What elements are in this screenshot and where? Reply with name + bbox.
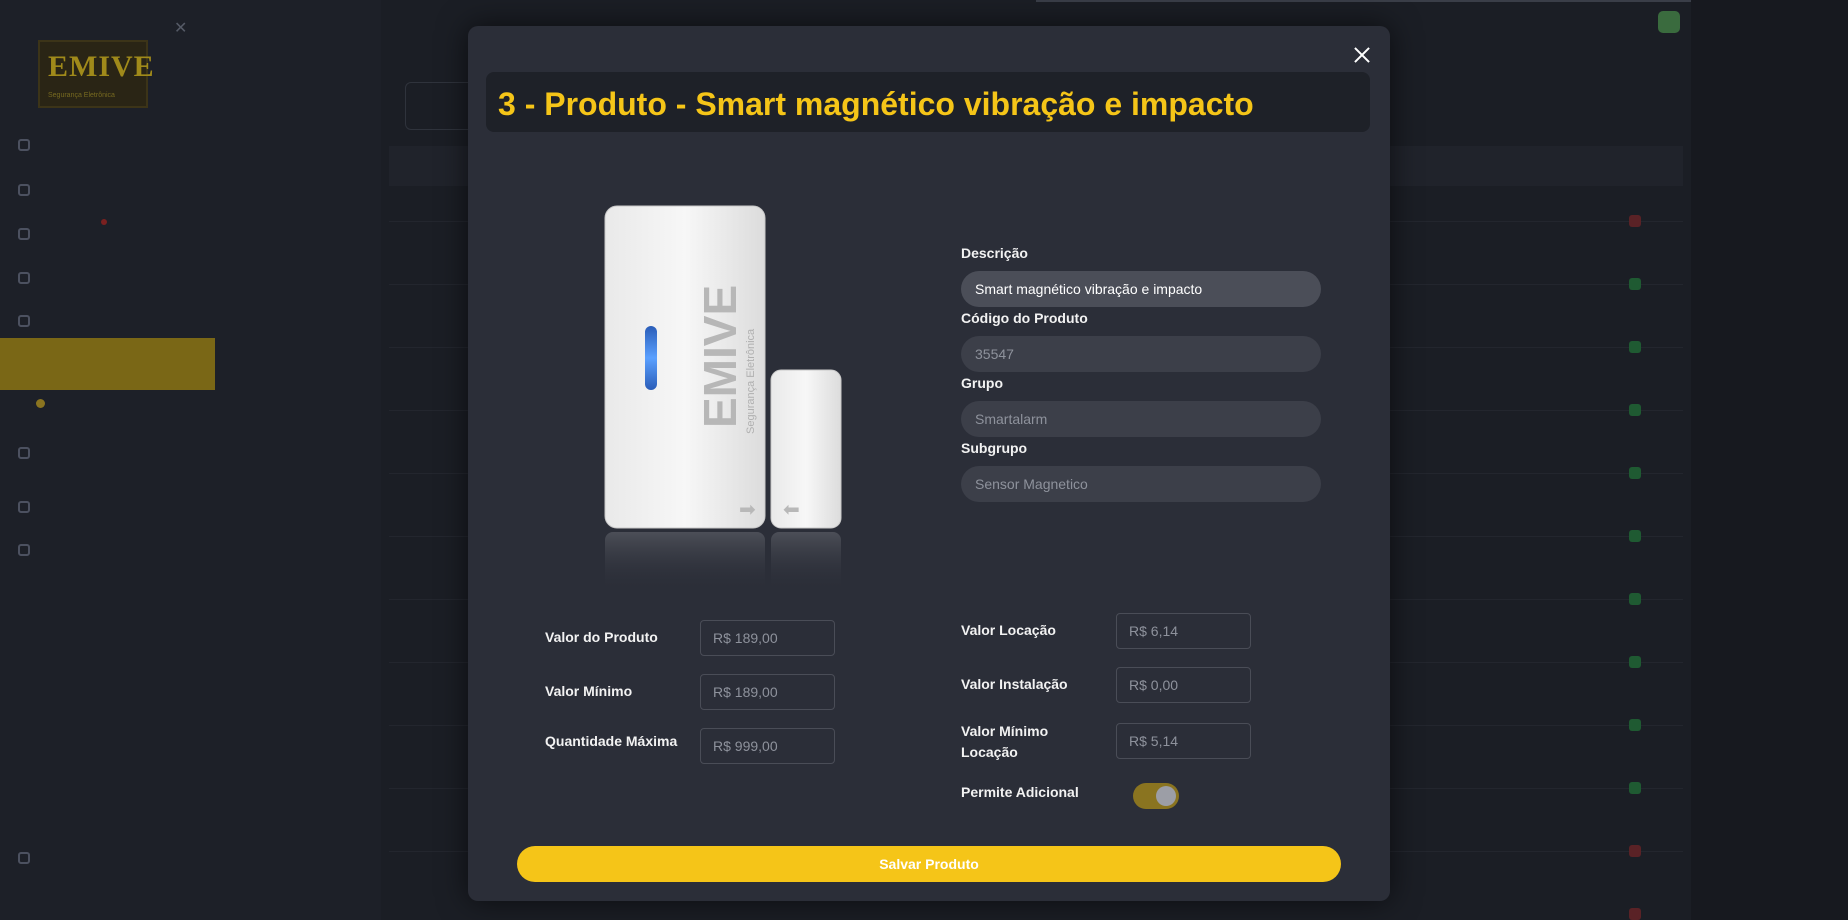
save-product-button[interactable]: Salvar Produto	[517, 846, 1341, 882]
divider	[1036, 0, 1691, 2]
valor-locacao-field[interactable]: R$ 6,14	[1116, 613, 1251, 649]
notification-dot	[101, 219, 107, 225]
sidebar-item[interactable]	[18, 133, 30, 157]
sidebar-item-active[interactable]	[0, 338, 215, 390]
modal-title: 3 - Produto - Smart magnético vibração e…	[498, 86, 1254, 122]
sidebar-item[interactable]	[18, 222, 30, 246]
status-badge	[1629, 593, 1641, 605]
modal-title-bar: 3 - Produto - Smart magnético vibração e…	[486, 72, 1370, 132]
status-badge	[1629, 467, 1641, 479]
image-subbrand: Segurança Eletrônica	[745, 328, 757, 434]
status-badge	[1629, 782, 1641, 794]
valor-minimo-locacao-label-line1: Valor Mínimo	[961, 723, 1049, 739]
image-brand: EMIVE	[694, 285, 746, 428]
valor-instalacao-field[interactable]: R$ 0,00	[1116, 667, 1251, 703]
filter-box[interactable]	[405, 82, 475, 130]
status-badge	[1629, 404, 1641, 416]
status-badge	[1629, 215, 1641, 227]
descricao-field[interactable]: Smart magnético vibração e impacto	[961, 271, 1321, 307]
descricao-label: Descrição	[961, 245, 1028, 261]
status-badge	[1629, 341, 1641, 353]
sidebar-item[interactable]	[18, 538, 30, 562]
sidebar-item[interactable]	[18, 178, 30, 202]
valor-locacao-label: Valor Locação	[961, 622, 1056, 638]
product-modal: 3 - Produto - Smart magnético vibração e…	[468, 26, 1390, 901]
company-logo: EMIVE Segurança Eletrônica	[38, 40, 154, 108]
grupo-field[interactable]: Smartalarm	[961, 401, 1321, 437]
valor-minimo-field[interactable]: R$ 189,00	[700, 674, 835, 710]
status-badge	[1629, 530, 1641, 542]
quantidade-maxima-field[interactable]: R$ 999,00	[700, 728, 835, 764]
valor-produto-field[interactable]: R$ 189,00	[700, 620, 835, 656]
close-icon[interactable]	[1349, 42, 1375, 68]
grupo-label: Grupo	[961, 375, 1003, 391]
sidebar-item[interactable]	[18, 309, 30, 333]
status-badge	[1629, 719, 1641, 731]
collapse-sidebar-icon[interactable]: ✕	[174, 18, 187, 38]
status-badge	[1629, 908, 1641, 920]
sidebar-item[interactable]	[18, 266, 30, 290]
status-indicator	[1658, 11, 1680, 33]
subgrupo-label: Subgrupo	[961, 440, 1028, 456]
permite-adicional-label: Permite Adicional	[961, 784, 1079, 800]
svg-text:➡: ➡	[739, 497, 756, 521]
valor-instalacao-label: Valor Instalação	[961, 676, 1068, 692]
sidebar-item[interactable]	[18, 441, 30, 465]
status-badge	[1629, 656, 1641, 668]
valor-produto-label: Valor do Produto	[545, 629, 658, 645]
valor-minimo-locacao-label-line2: Locação	[961, 744, 1018, 760]
logout-item[interactable]	[18, 846, 30, 870]
magnetic-sensor-image: EMIVE Segurança Eletrônica ➡ ⬅	[604, 205, 842, 592]
sidebar-item[interactable]	[18, 495, 30, 519]
codigo-label: Código do Produto	[961, 310, 1088, 326]
permite-adicional-toggle[interactable]	[1133, 783, 1179, 809]
subgrupo-field[interactable]: Sensor Magnetico	[961, 466, 1321, 502]
valor-minimo-locacao-field[interactable]: R$ 5,14	[1116, 723, 1251, 759]
svg-text:⬅: ⬅	[783, 497, 800, 521]
quantidade-maxima-label: Quantidade Máxima	[545, 733, 678, 749]
sidebar: ✕ EMIVE Segurança Eletrônica	[0, 0, 381, 920]
status-badge	[1629, 278, 1641, 290]
toggle-knob	[1156, 786, 1176, 806]
sidebar-subitem-active[interactable]	[36, 399, 45, 408]
page-margin	[1691, 0, 1848, 920]
valor-minimo-label: Valor Mínimo	[545, 683, 633, 699]
status-badge	[1629, 845, 1641, 857]
codigo-field[interactable]: 35547	[961, 336, 1321, 372]
